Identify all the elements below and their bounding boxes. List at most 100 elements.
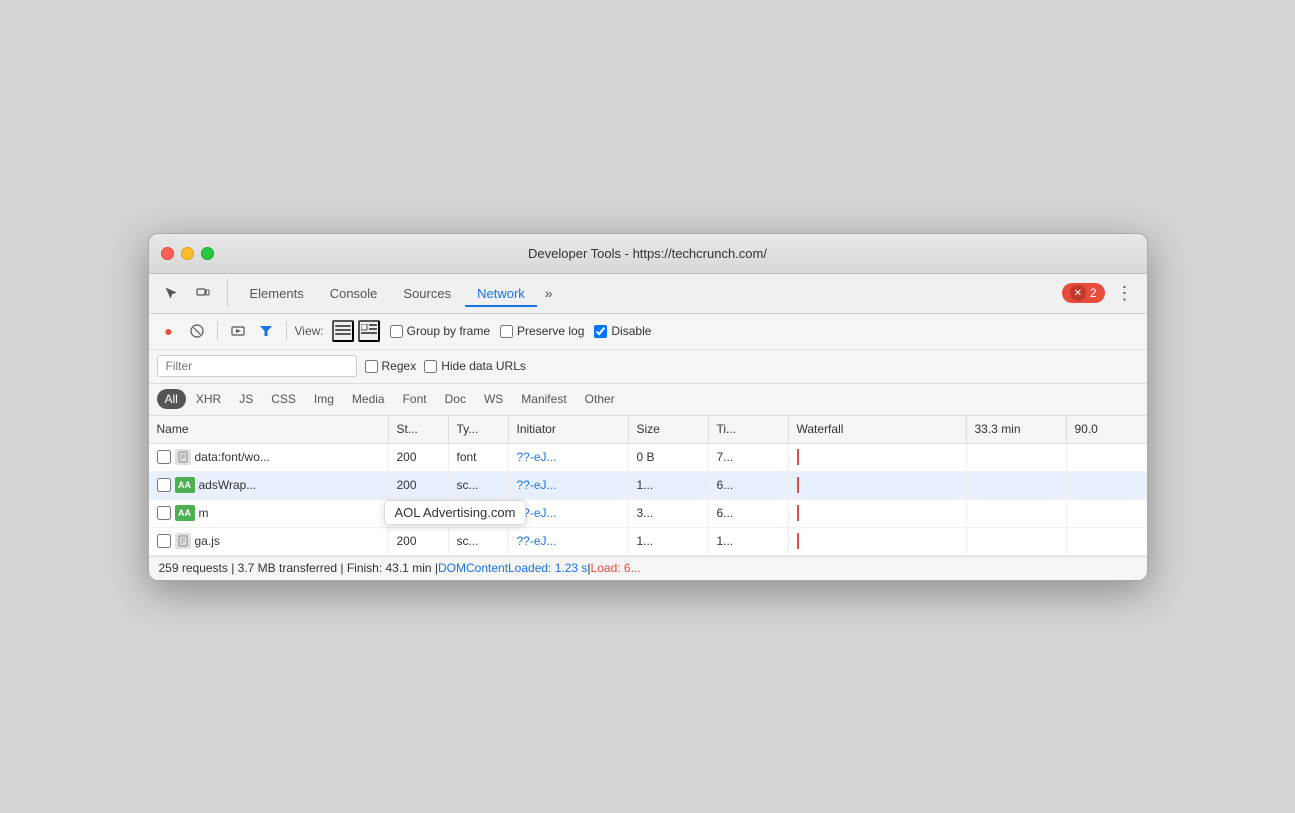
- td-initiator-2[interactable]: ??-eJ...: [509, 472, 629, 499]
- regex-label[interactable]: Regex: [365, 359, 417, 373]
- td-extra2-3: [1067, 500, 1147, 527]
- waterfall-bar-1: [797, 444, 803, 471]
- error-count: 2: [1090, 286, 1097, 300]
- type-tab-media[interactable]: Media: [344, 389, 393, 409]
- disable-cache-label[interactable]: Disable: [594, 324, 651, 338]
- td-initiator-3[interactable]: ??-eJ...: [509, 500, 629, 527]
- row-checkbox-2[interactable]: [157, 478, 171, 492]
- preserve-log-text: Preserve log: [517, 324, 584, 338]
- clear-button[interactable]: [185, 319, 209, 343]
- filter-bar: Regex Hide data URLs: [149, 350, 1147, 384]
- type-tab-img[interactable]: Img: [306, 389, 342, 409]
- regex-checkbox[interactable]: [365, 360, 378, 373]
- titlebar: Developer Tools - https://techcrunch.com…: [149, 234, 1147, 274]
- type-tab-other[interactable]: Other: [577, 389, 623, 409]
- waterfall-marker-1: [797, 449, 799, 465]
- hide-data-urls-text: Hide data URLs: [441, 359, 526, 373]
- hide-data-urls-label[interactable]: Hide data URLs: [424, 359, 526, 373]
- td-time-2: 6...: [709, 472, 789, 499]
- td-time-1: 7...: [709, 444, 789, 471]
- th-name[interactable]: Name: [149, 416, 389, 443]
- waterfall-bar-4: [797, 528, 803, 555]
- window-title: Developer Tools - https://techcrunch.com…: [528, 246, 767, 261]
- tab-more[interactable]: »: [539, 281, 559, 305]
- disable-cache-text: Disable: [611, 324, 651, 338]
- menu-dots-button[interactable]: ⋮: [1111, 279, 1139, 307]
- td-size-2: 1...: [629, 472, 709, 499]
- preserve-log-label[interactable]: Preserve log: [500, 324, 584, 338]
- td-initiator-1[interactable]: ??-eJ...: [509, 444, 629, 471]
- td-time-3: 6...: [709, 500, 789, 527]
- filter-button[interactable]: [254, 319, 278, 343]
- tab-icons: [157, 279, 228, 307]
- devtools-window: Developer Tools - https://techcrunch.com…: [148, 233, 1148, 581]
- hide-data-urls-checkbox[interactable]: [424, 360, 437, 373]
- view-compact-button[interactable]: [358, 320, 380, 342]
- filter-input[interactable]: [157, 355, 357, 377]
- td-status-2: 200: [389, 472, 449, 499]
- table-row[interactable]: AA m ??-eJ... 3... 6...: [149, 500, 1147, 528]
- type-tab-css[interactable]: CSS: [263, 389, 304, 409]
- type-tab-ws[interactable]: WS: [476, 389, 511, 409]
- maximize-button[interactable]: [201, 247, 214, 260]
- record-button[interactable]: ●: [157, 319, 181, 343]
- waterfall-marker-2: [797, 477, 799, 493]
- type-tab-xhr[interactable]: XHR: [188, 389, 229, 409]
- table-row[interactable]: ga.js 200 sc... ??-eJ... 1... 1...: [149, 528, 1147, 556]
- regex-text: Regex: [382, 359, 417, 373]
- type-tab-manifest[interactable]: Manifest: [513, 389, 574, 409]
- row-checkbox-3[interactable]: [157, 506, 171, 520]
- td-status-4: 200: [389, 528, 449, 555]
- type-tab-all[interactable]: All: [157, 389, 186, 409]
- row-checkbox-4[interactable]: [157, 534, 171, 548]
- error-badge[interactable]: ✕ 2: [1062, 283, 1105, 303]
- td-name-2: AA adsWrap...: [149, 472, 389, 499]
- type-tab-font[interactable]: Font: [395, 389, 435, 409]
- view-list-button[interactable]: [332, 320, 354, 342]
- view-label: View:: [295, 324, 324, 338]
- tab-network[interactable]: Network: [465, 280, 537, 307]
- td-name-1: data:font/wo...: [149, 444, 389, 471]
- th-size[interactable]: Size: [629, 416, 709, 443]
- th-type[interactable]: Ty...: [449, 416, 509, 443]
- toolbar-divider-1: [217, 321, 218, 341]
- th-initiator[interactable]: Initiator: [509, 416, 629, 443]
- camera-button[interactable]: [226, 319, 250, 343]
- status-domcontent: DOMContentLoaded: 1.23 s: [438, 561, 587, 575]
- group-by-frame-label[interactable]: Group by frame: [390, 324, 490, 338]
- close-button[interactable]: [161, 247, 174, 260]
- th-waterfall[interactable]: Waterfall: [789, 416, 967, 443]
- th-90[interactable]: 90.0: [1067, 416, 1147, 443]
- th-time[interactable]: Ti...: [709, 416, 789, 443]
- row-checkbox-1[interactable]: [157, 450, 171, 464]
- waterfall-bar-2: [797, 472, 803, 499]
- td-extra1-4: [967, 528, 1067, 555]
- type-tab-doc[interactable]: Doc: [437, 389, 474, 409]
- device-toolbar-button[interactable]: [189, 279, 217, 307]
- waterfall-bar-3: [797, 500, 803, 527]
- cursor-tool-button[interactable]: [157, 279, 185, 307]
- td-size-1: 0 B: [629, 444, 709, 471]
- th-33min[interactable]: 33.3 min: [967, 416, 1067, 443]
- preserve-log-checkbox[interactable]: [500, 325, 513, 338]
- aa-badge-3: AA: [175, 505, 195, 521]
- table-row[interactable]: AA adsWrap... 200 sc... ??-eJ... 1... 6.…: [149, 472, 1147, 500]
- td-initiator-4[interactable]: ??-eJ...: [509, 528, 629, 555]
- group-by-frame-checkbox[interactable]: [390, 325, 403, 338]
- traffic-lights: [161, 247, 214, 260]
- tab-console[interactable]: Console: [318, 280, 390, 307]
- tab-elements[interactable]: Elements: [238, 280, 316, 307]
- table-row[interactable]: data:font/wo... 200 font ??-eJ... 0 B 7.…: [149, 444, 1147, 472]
- td-time-4: 1...: [709, 528, 789, 555]
- toolbar-divider-2: [286, 321, 287, 341]
- tab-sources[interactable]: Sources: [391, 280, 463, 307]
- minimize-button[interactable]: [181, 247, 194, 260]
- error-x-icon: ✕: [1070, 285, 1086, 301]
- th-status[interactable]: St...: [389, 416, 449, 443]
- status-load: Load: 6...: [591, 561, 641, 575]
- disable-cache-checkbox[interactable]: [594, 325, 607, 338]
- file-icon-4: [175, 533, 191, 549]
- td-type-2: sc...: [449, 472, 509, 499]
- td-waterfall-1: [789, 444, 967, 471]
- type-tab-js[interactable]: JS: [231, 389, 261, 409]
